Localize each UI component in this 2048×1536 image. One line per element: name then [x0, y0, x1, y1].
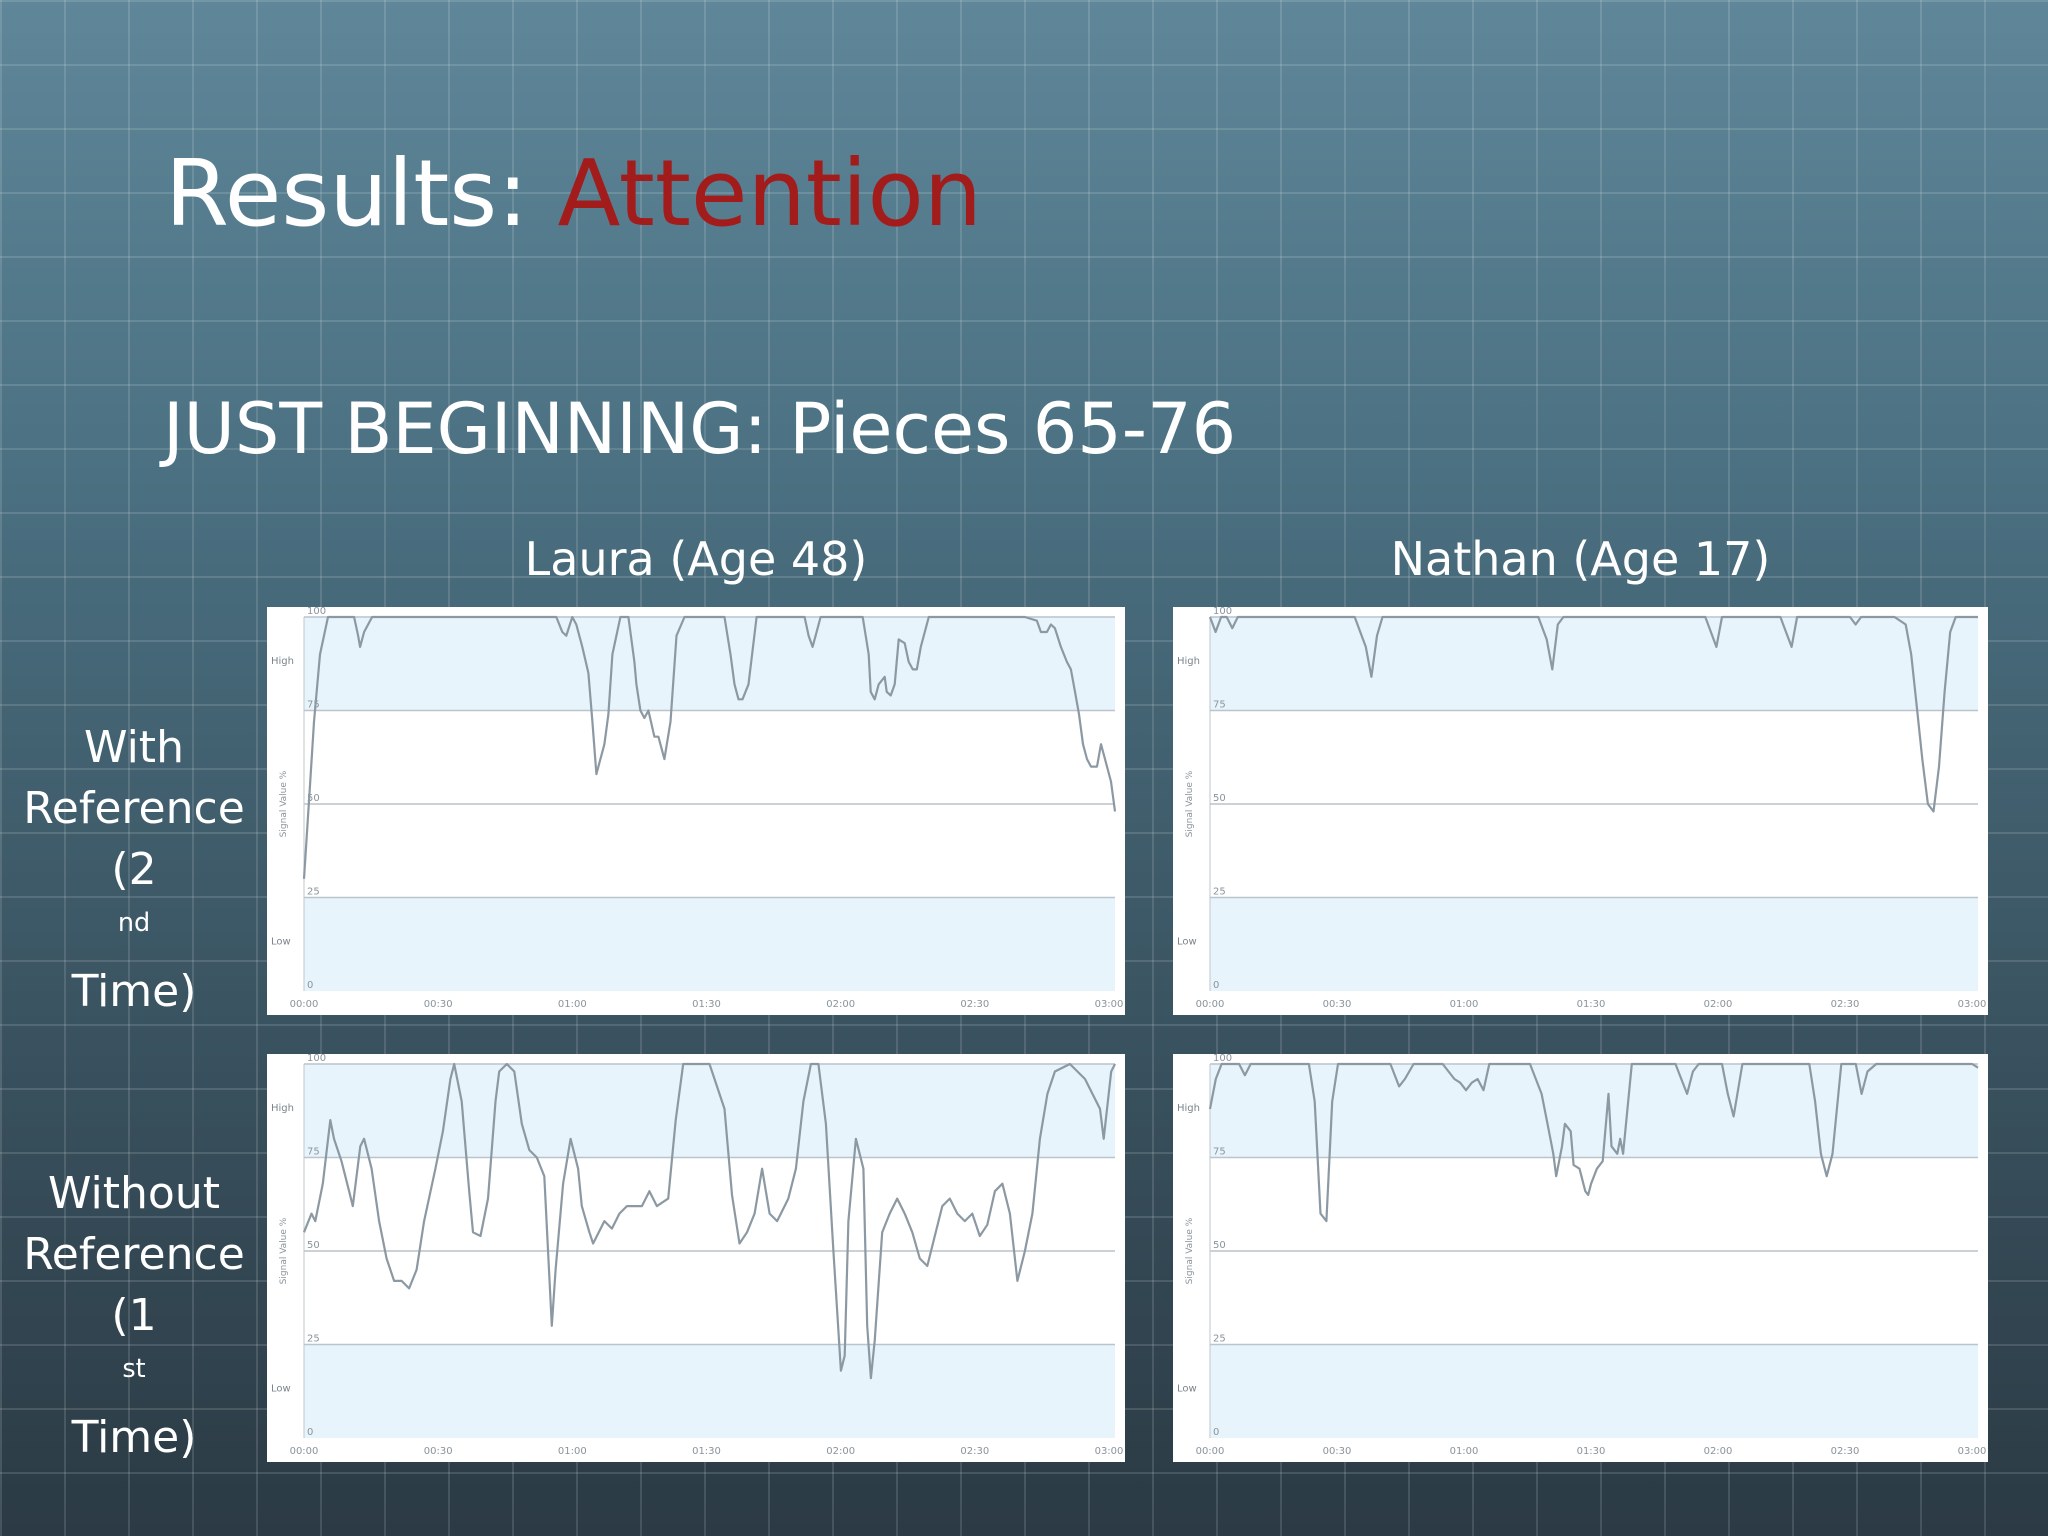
- row-label-text: Time): [71, 966, 197, 1017]
- chart-nathan-without-reference: 0 25 50 75 100 High Low Signal Value % 00:00 00:3…: [1173, 1054, 1988, 1462]
- page-title: Results: Attention: [165, 140, 982, 247]
- x-tick-label: 00:00: [1196, 1446, 1225, 1457]
- y-tick-label: 75: [307, 1147, 320, 1158]
- row-label-without-reference: Without Reference (1 st Time): [0, 1163, 268, 1468]
- x-tick-label: 02:30: [960, 1446, 989, 1457]
- y-tick-label: 100: [307, 607, 326, 617]
- y-tick-label: 0: [1213, 980, 1219, 991]
- row-label-text: (2: [111, 844, 157, 895]
- x-tick-label: 02:00: [826, 1446, 855, 1457]
- y-axis-label: Signal Value %: [1185, 770, 1195, 837]
- y-tick-label: 25: [1213, 1334, 1226, 1345]
- x-tick-label: 02:00: [1704, 1446, 1733, 1457]
- x-tick-label: 02:30: [1831, 1446, 1860, 1457]
- y-tick-label: 0: [307, 1427, 313, 1438]
- x-tick-label: 00:30: [424, 999, 453, 1010]
- x-tick-label: 00:30: [1323, 999, 1352, 1010]
- x-tick-label: 01:00: [558, 999, 587, 1010]
- row-label-line: Reference: [23, 1229, 245, 1280]
- chart-laura-without-reference: 0 25 50 75 100 High Low Signal Value % 00:00 00:3…: [267, 1054, 1125, 1462]
- x-tick-label: 00:00: [290, 1446, 319, 1457]
- x-tick-label: 02:30: [960, 999, 989, 1010]
- y-tick-label: 25: [307, 887, 320, 898]
- y-axis-label: Signal Value %: [1185, 1217, 1195, 1284]
- y-tick-label: 75: [307, 700, 320, 711]
- column-label-nathan: Nathan (Age 17): [1390, 532, 1771, 586]
- y-tick-label: 75: [1213, 700, 1226, 711]
- x-tick-label: 00:30: [1323, 1446, 1352, 1457]
- low-zone-band: [304, 1344, 1115, 1438]
- y-tick-label: 75: [1213, 1147, 1226, 1158]
- zone-label-low: Low: [271, 1383, 291, 1394]
- y-tick-label: 50: [1213, 793, 1226, 804]
- y-tick-label: 25: [307, 1334, 320, 1345]
- zone-label-low: Low: [1177, 1383, 1197, 1394]
- y-tick-label: 25: [1213, 887, 1226, 898]
- chart-laura-with-reference: 0 25 50 75 100 High Low Signal Value % 00:00 00:3…: [267, 607, 1125, 1015]
- y-tick-label: 100: [307, 1054, 326, 1064]
- title-prefix: Results:: [165, 140, 558, 247]
- x-tick-label: 02:30: [1831, 999, 1860, 1010]
- high-zone-band: [1210, 617, 1978, 711]
- x-tick-label: 01:00: [1450, 999, 1479, 1010]
- zone-label-high: High: [271, 656, 294, 667]
- x-tick-label: 00:00: [290, 999, 319, 1010]
- zone-label-high: High: [1177, 1103, 1200, 1114]
- x-tick-label: 01:00: [1450, 1446, 1479, 1457]
- zone-label-high: High: [1177, 656, 1200, 667]
- x-tick-label: 01:30: [1577, 999, 1606, 1010]
- y-tick-label: 100: [1213, 1054, 1232, 1064]
- x-tick-label: 01:00: [558, 1446, 587, 1457]
- column-label-laura: Laura (Age 48): [524, 532, 868, 586]
- row-label-line: (2 nd Time): [0, 839, 268, 1022]
- y-axis-label: Signal Value %: [279, 770, 289, 837]
- row-label-line: (1 st Time): [0, 1285, 268, 1468]
- x-tick-label: 03:00: [1958, 1446, 1987, 1457]
- x-tick-label: 00:30: [424, 1446, 453, 1457]
- high-zone-band: [304, 617, 1115, 711]
- x-tick-label: 01:30: [692, 1446, 721, 1457]
- zone-label-high: High: [271, 1103, 294, 1114]
- row-label-line: Without: [48, 1168, 220, 1219]
- x-tick-label: 01:30: [692, 999, 721, 1010]
- zone-label-low: Low: [1177, 936, 1197, 947]
- row-label-superscript: nd: [117, 907, 151, 938]
- x-tick-label: 02:00: [1704, 999, 1733, 1010]
- x-tick-label: 03:00: [1958, 999, 1987, 1010]
- y-tick-label: 0: [307, 980, 313, 991]
- x-tick-label: 02:00: [826, 999, 855, 1010]
- low-zone-band: [1210, 897, 1978, 991]
- high-zone-band: [1210, 1064, 1978, 1158]
- title-accent: Attention: [557, 140, 983, 247]
- y-tick-label: 0: [1213, 1427, 1219, 1438]
- zone-label-low: Low: [271, 936, 291, 947]
- row-label-text: (1: [111, 1290, 157, 1341]
- page-subtitle: JUST BEGINNING: Pieces 65-76: [163, 388, 1237, 470]
- y-tick-label: 50: [1213, 1240, 1226, 1251]
- row-label-superscript: st: [122, 1353, 146, 1384]
- x-tick-label: 00:00: [1196, 999, 1225, 1010]
- x-tick-label: 01:30: [1577, 1446, 1606, 1457]
- low-zone-band: [1210, 1344, 1978, 1438]
- y-tick-label: 50: [307, 1240, 320, 1251]
- y-tick-label: 100: [1213, 607, 1232, 617]
- high-zone-band: [304, 1064, 1115, 1158]
- x-tick-label: 03:00: [1095, 999, 1124, 1010]
- row-label-with-reference: With Reference (2 nd Time): [0, 717, 268, 1022]
- row-label-line: With: [84, 722, 184, 773]
- low-zone-band: [304, 897, 1115, 991]
- row-label-line: Reference: [23, 783, 245, 834]
- row-label-text: Time): [71, 1412, 197, 1463]
- chart-nathan-with-reference: 0 25 50 75 100 High Low Signal Value % 00:00 00:3…: [1173, 607, 1988, 1015]
- y-axis-label: Signal Value %: [279, 1217, 289, 1284]
- x-tick-label: 03:00: [1095, 1446, 1124, 1457]
